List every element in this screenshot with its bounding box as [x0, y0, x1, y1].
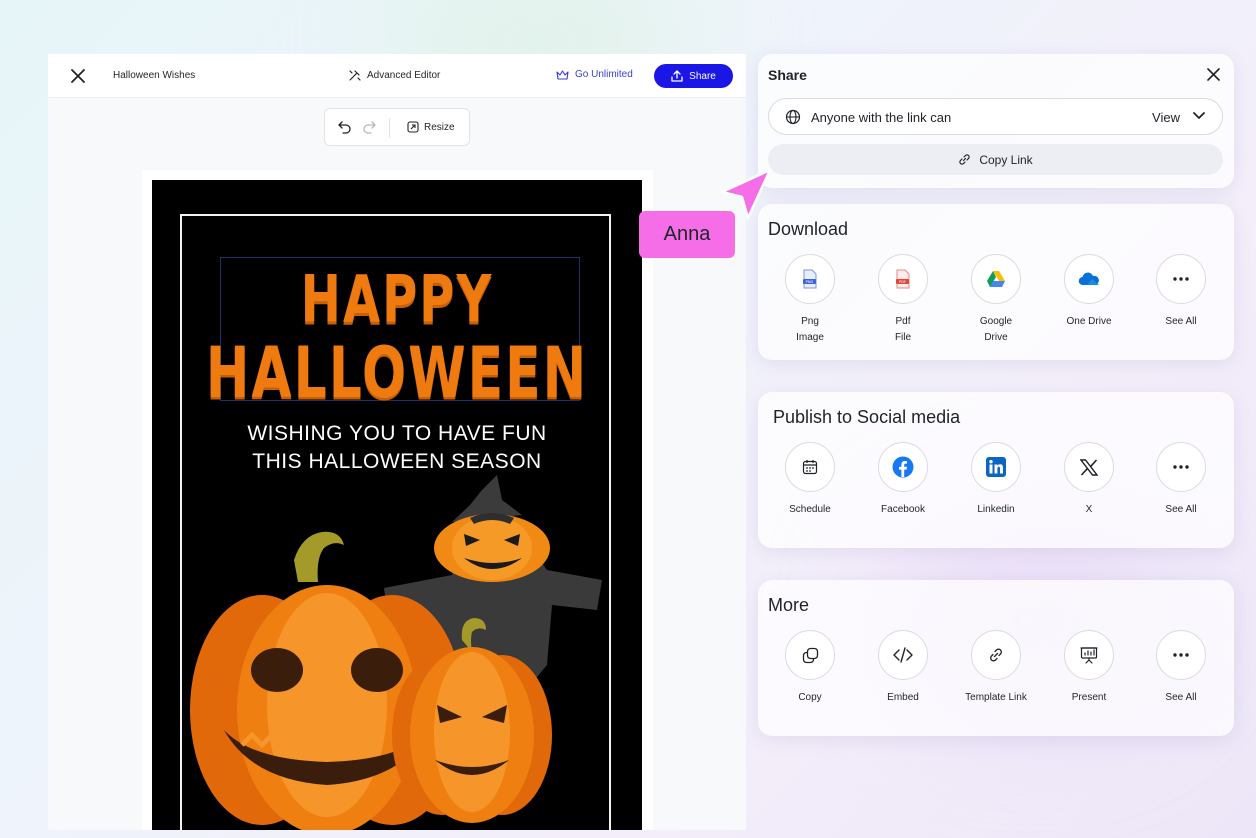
- download-png-label: Png Image: [796, 316, 824, 343]
- link-access-text: Anyone with the link can: [811, 110, 952, 125]
- png-circle: PNG: [785, 254, 835, 304]
- more-dots-icon: [1173, 465, 1189, 469]
- close-editor-button[interactable]: [68, 66, 88, 86]
- share-panel: Share Anyone with the link can View Copy…: [758, 54, 1234, 188]
- facebook-icon: [892, 456, 914, 478]
- editor-share-button[interactable]: Share: [654, 64, 733, 88]
- editor-topbar: Halloween Wishes Advanced Editor Go Unli…: [48, 54, 746, 98]
- download-panel: Download PNG Png Image PDF Pdf File Google…: [758, 204, 1234, 360]
- download-pdf-label: Pdf File: [894, 316, 912, 343]
- redo-button[interactable]: [361, 120, 377, 139]
- undo-button[interactable]: [337, 120, 353, 139]
- share-label: Share: [689, 70, 716, 82]
- copy-circle: [785, 630, 835, 680]
- embed-circle: [878, 630, 928, 680]
- chevron-down-icon: [1193, 112, 1205, 119]
- copy-icon: [802, 647, 818, 663]
- download-see-all-label: See All: [1165, 316, 1197, 327]
- social-more-circle: [1156, 442, 1206, 492]
- google-drive-icon: [987, 271, 1005, 287]
- x-label: X: [1085, 504, 1093, 515]
- template-link-label: Template Link: [965, 692, 1027, 703]
- onedrive-circle: [1064, 254, 1114, 304]
- link-icon: [959, 154, 970, 165]
- close-icon: [1207, 68, 1220, 81]
- resize-button[interactable]: Resize: [407, 121, 455, 133]
- design-editor: Halloween Wishes Advanced Editor Go Unli…: [48, 54, 746, 830]
- google-drive-circle: [971, 254, 1021, 304]
- more-dots-icon: [1173, 653, 1189, 657]
- pdf-file-icon: PDF: [896, 269, 910, 289]
- close-icon: [71, 69, 85, 83]
- more-title: More: [768, 595, 810, 615]
- linkedin-label: Linkedin: [977, 504, 1015, 515]
- template-link-circle: [971, 630, 1021, 680]
- link-icon: [990, 648, 1002, 662]
- calendar-icon: [802, 460, 818, 475]
- headline-halloween[interactable]: HALLOWEEN: [152, 334, 642, 415]
- onedrive-icon: [1078, 272, 1099, 286]
- pdf-circle: PDF: [878, 254, 928, 304]
- embed-label: Embed: [887, 692, 919, 703]
- more-options: Copy Embed Template Link Present See All: [758, 630, 1234, 730]
- close-share-panel-button[interactable]: [1207, 68, 1220, 86]
- go-unlimited-label: Go Unlimited: [575, 69, 633, 80]
- x-logo-icon: [1080, 458, 1098, 476]
- present-circle: [1064, 630, 1114, 680]
- magic-wand-icon: [349, 70, 361, 81]
- pumpkin-scarecrow-illustration[interactable]: [152, 460, 642, 830]
- download-title: Download: [768, 219, 849, 239]
- redo-icon: [363, 121, 376, 134]
- social-options: Schedule Facebook Linkedin X See All: [758, 442, 1234, 542]
- advanced-editor-label: Advanced Editor: [367, 70, 441, 81]
- download-options: PNG Png Image PDF Pdf File Google Drive One…: [758, 254, 1234, 354]
- share-panel-title: Share: [768, 67, 807, 83]
- schedule-label: Schedule: [789, 504, 831, 515]
- design-card[interactable]: HAPPY HALLOWEEN WISHING YOU TO HAVE FUN …: [152, 180, 642, 830]
- share-upload-icon: [671, 70, 683, 82]
- headline-happy[interactable]: HAPPY: [152, 262, 642, 338]
- collaborator-name-tag: Anna: [639, 211, 735, 258]
- svg-text:PNG: PNG: [806, 280, 814, 284]
- social-title: Publish to Social media: [773, 407, 961, 427]
- resize-label: Resize: [424, 121, 455, 133]
- more-more-circle: [1156, 630, 1206, 680]
- link-access-dropdown[interactable]: Anyone with the link can View: [768, 98, 1223, 135]
- crown-icon: [556, 70, 569, 80]
- canvas-toolbar: Resize: [324, 108, 470, 146]
- more-dots-icon: [1173, 277, 1189, 281]
- copy-label: Copy: [798, 692, 822, 703]
- code-icon: [893, 647, 913, 663]
- schedule-circle: [785, 442, 835, 492]
- present-label: Present: [1071, 692, 1107, 703]
- presentation-icon: [1080, 647, 1098, 664]
- more-panel: More Copy Embed Template Link Present Se…: [758, 580, 1234, 736]
- undo-icon: [338, 121, 351, 134]
- copy-link-label: Copy Link: [979, 152, 1033, 167]
- x-circle: [1064, 442, 1114, 492]
- onedrive-label: One Drive: [1066, 316, 1112, 327]
- wish-line-1[interactable]: WISHING YOU TO HAVE FUN: [152, 422, 642, 446]
- download-more-circle: [1156, 254, 1206, 304]
- linkedin-icon: [986, 457, 1006, 477]
- facebook-circle: [878, 442, 928, 492]
- copy-link-button[interactable]: Copy Link: [768, 144, 1223, 175]
- google-drive-label: Google Drive: [979, 316, 1013, 343]
- social-see-all-label: See All: [1165, 504, 1197, 515]
- advanced-editor-button[interactable]: Advanced Editor: [348, 69, 440, 82]
- link-access-value: View: [1152, 110, 1180, 125]
- facebook-label: Facebook: [881, 504, 925, 515]
- png-file-icon: PNG: [803, 269, 817, 289]
- document-title[interactable]: Halloween Wishes: [113, 70, 195, 81]
- resize-icon: [407, 121, 419, 133]
- social-panel: Publish to Social media Schedule Faceboo…: [758, 392, 1234, 548]
- svg-text:PDF: PDF: [899, 280, 906, 284]
- more-see-all-label: See All: [1165, 692, 1197, 703]
- toolbar-divider: [389, 118, 390, 138]
- globe-icon: [785, 109, 801, 125]
- linkedin-circle: [971, 442, 1021, 492]
- go-unlimited-button[interactable]: Go Unlimited: [556, 69, 633, 80]
